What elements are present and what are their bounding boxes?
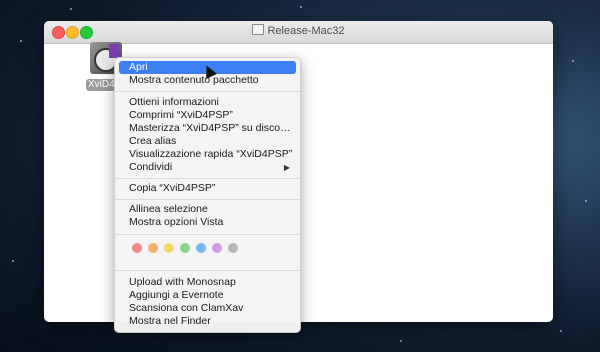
menu-item-copia[interactable]: Copia “XviD4PSP”: [119, 182, 296, 195]
window-titlebar: Release-Mac32: [44, 21, 553, 44]
menu-item-visualizzazione-rapida[interactable]: Visualizzazione rapida “XviD4PSP”: [119, 148, 296, 161]
window-title: Release-Mac32: [44, 24, 553, 37]
tag-yellow[interactable]: [164, 243, 174, 253]
context-menu: Apri Mostra contenuto pacchetto Ottieni …: [114, 57, 301, 333]
menu-item-aggiungi-evernote[interactable]: Aggiungi a Evernote: [119, 289, 296, 302]
disk-icon: [252, 24, 265, 35]
tag-blue[interactable]: [196, 243, 206, 253]
menu-item-mostra-nel-finder[interactable]: Mostra nel Finder: [119, 315, 296, 328]
menu-item-allinea-selezione[interactable]: Allinea selezione: [119, 203, 296, 216]
menu-item-comprimi[interactable]: Comprimi “XviD4PSP”: [119, 109, 296, 122]
tag-gray[interactable]: [228, 243, 238, 253]
menu-item-masterizza[interactable]: Masterizza “XviD4PSP” su disco…: [119, 122, 296, 135]
menu-item-condividi[interactable]: Condividi ▶: [119, 161, 296, 174]
menu-item-mostra-opzioni-vista[interactable]: Mostra opzioni Vista: [119, 216, 296, 229]
tag-red[interactable]: [132, 243, 142, 253]
submenu-arrow-icon: ▶: [283, 163, 290, 172]
menu-item-condividi-label: Condividi: [129, 161, 173, 173]
menu-item-ottieni-informazioni[interactable]: Ottieni informazioni: [119, 96, 296, 109]
menu-item-scansiona-clamxav[interactable]: Scansiona con ClamXav: [119, 302, 296, 315]
menu-item-upload-monosnap[interactable]: Upload with Monosnap: [119, 276, 296, 289]
tag-green[interactable]: [180, 243, 190, 253]
tag-purple[interactable]: [212, 243, 222, 253]
menu-item-crea-alias[interactable]: Crea alias: [119, 135, 296, 148]
menu-separator: [115, 178, 300, 179]
tag-orange[interactable]: [148, 243, 158, 253]
app-badge-icon: [109, 44, 119, 58]
menu-separator: [115, 270, 300, 271]
menu-separator: [115, 199, 300, 200]
menu-separator: [115, 91, 300, 92]
menu-separator: [115, 234, 300, 235]
